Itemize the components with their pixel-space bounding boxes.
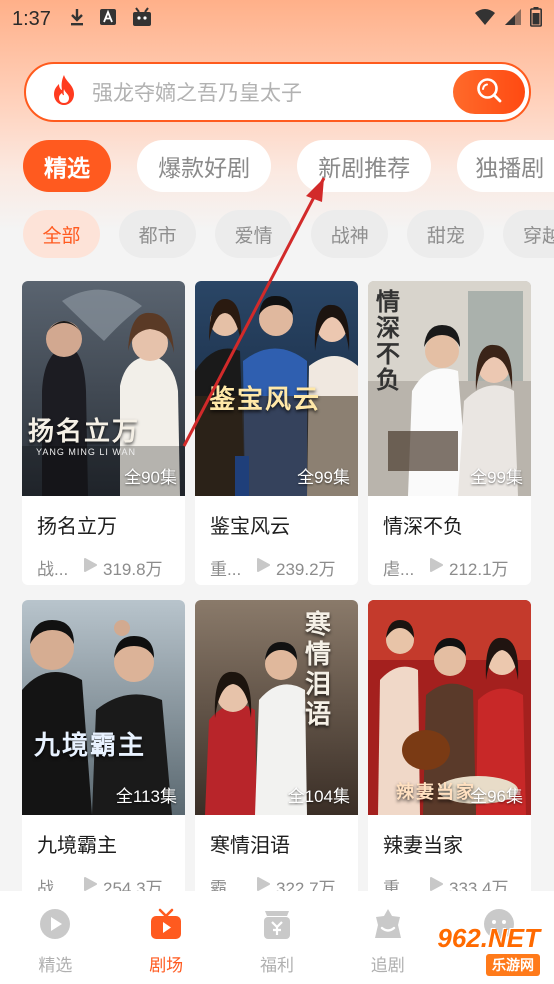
play-count-icon [83,557,97,578]
poster-title: 情深不负 [376,287,402,394]
play-count: 239.2万 [276,560,336,579]
drama-card[interactable]: 寒情泪语 全104集 寒情泪语 霸... 322.7万 [195,600,358,904]
search-input[interactable]: 强龙夺嫡之吾乃皇太子 [92,77,302,107]
watermark-text: 乐游网 [486,954,540,976]
drama-card[interactable]: 辣妻当家 全96集 辣妻当家 重... 333.4万 [368,600,531,904]
play-count: 319.8万 [103,560,163,579]
category-time-travel[interactable]: 穿越 [503,210,554,258]
play-circle-icon [38,907,72,945]
drama-genre: 战... [37,560,69,579]
drama-title: 寒情泪语 [210,835,290,857]
nav-welfare[interactable]: 福利 [222,891,333,984]
drama-poster[interactable]: 情深不负 全99集 [368,281,531,496]
tab-exclusive[interactable]: 独播剧 [457,140,554,192]
drama-poster[interactable]: 寒情泪语 全104集 [195,600,358,815]
nav-label: 福利 [259,956,294,975]
drama-title: 情深不负 [383,516,463,538]
tab-hot-dramas[interactable]: 爆款好剧 [137,140,272,192]
tab-new-dramas[interactable]: 新剧推荐 [297,140,432,192]
drama-poster[interactable]: 鉴宝风云 全99集 [195,281,358,496]
app-notification-icon [99,8,117,30]
drama-meta: 虐... 212.1万 [383,555,531,580]
category-tab-bar: 全部 都市 爱情 战神 甜宠 穿越 [23,210,554,258]
drama-card[interactable]: 鉴宝风云 全99集 鉴宝风云 重... 239.2万 [195,281,358,585]
drama-title: 扬名立万 [37,516,117,538]
drama-meta: 重... 239.2万 [210,555,358,580]
top-tab-bar: 精选 爆款好剧 新剧推荐 独播剧 [23,140,554,192]
status-time: 1:37 [12,7,51,30]
drama-title: 九境霸主 [37,835,117,857]
gift-bag-icon [260,907,294,945]
tab-featured[interactable]: 精选 [23,140,111,192]
star-box-icon [371,907,405,945]
drama-meta: 战... 319.8万 [37,555,185,580]
nav-featured[interactable]: 精选 [0,891,111,984]
episode-count: 全96集 [470,787,523,806]
drama-poster[interactable]: 辣妻当家 全96集 [368,600,531,815]
drama-genre: 虐... [383,560,415,579]
search-button[interactable] [453,70,525,114]
category-all[interactable]: 全部 [23,210,100,258]
drama-poster[interactable]: 九境霸主 全113集 [22,600,185,815]
nav-theater[interactable]: 剧场 [111,891,222,984]
poster-title: 寒情泪语 [305,610,334,730]
episode-count: 全90集 [124,468,177,487]
category-sweet[interactable]: 甜宠 [407,210,485,258]
play-count-icon [429,557,443,578]
watermark-logo: 962.NET 乐游网 [408,918,548,980]
episode-count: 全104集 [287,787,350,806]
search-bar[interactable]: 强龙夺嫡之吾乃皇太子 [24,62,531,122]
nav-label: 剧场 [149,956,184,975]
drama-poster[interactable]: 扬名立万 YANG MING LI WAN 全90集 [22,281,185,496]
signal-icon [504,8,522,30]
watermark-number: 962.NET [437,923,540,953]
nav-label: 精选 [38,956,73,975]
drama-card[interactable]: 情深不负 全99集 情深不负 虐... 212.1万 [368,281,531,585]
drama-card[interactable]: 九境霸主 全113集 九境霸主 战... 254.3万 [22,600,185,904]
battery-icon [530,7,542,31]
tv-icon [149,907,183,945]
play-count: 212.1万 [449,560,509,579]
poster-title: 鉴宝风云 [209,385,322,415]
flame-icon [50,74,78,110]
category-romance[interactable]: 爱情 [215,210,293,258]
drama-genre: 重... [210,560,242,579]
drama-card[interactable]: 扬名立万 YANG MING LI WAN 全90集 扬名立万 战... 319… [22,281,185,585]
category-urban[interactable]: 都市 [119,210,197,258]
download-icon [69,7,85,31]
drama-title: 鉴宝风云 [210,516,290,538]
poster-title: 辣妻当家 [396,782,476,803]
poster-title: 扬名立万 [28,417,141,447]
status-bar: 1:37 [0,0,554,38]
android-icon [131,7,153,31]
poster-title: 九境霸主 [34,731,147,761]
poster-subtitle: YANG MING LI WAN [36,447,137,457]
play-count-icon [256,557,270,578]
nav-label: 追剧 [370,956,405,975]
search-icon [475,76,503,108]
episode-count: 全99集 [297,468,350,487]
drama-title: 辣妻当家 [383,835,463,857]
category-war-god[interactable]: 战神 [311,210,389,258]
episode-count: 全113集 [115,787,177,806]
episode-count: 全99集 [470,468,523,487]
wifi-icon [474,8,496,30]
